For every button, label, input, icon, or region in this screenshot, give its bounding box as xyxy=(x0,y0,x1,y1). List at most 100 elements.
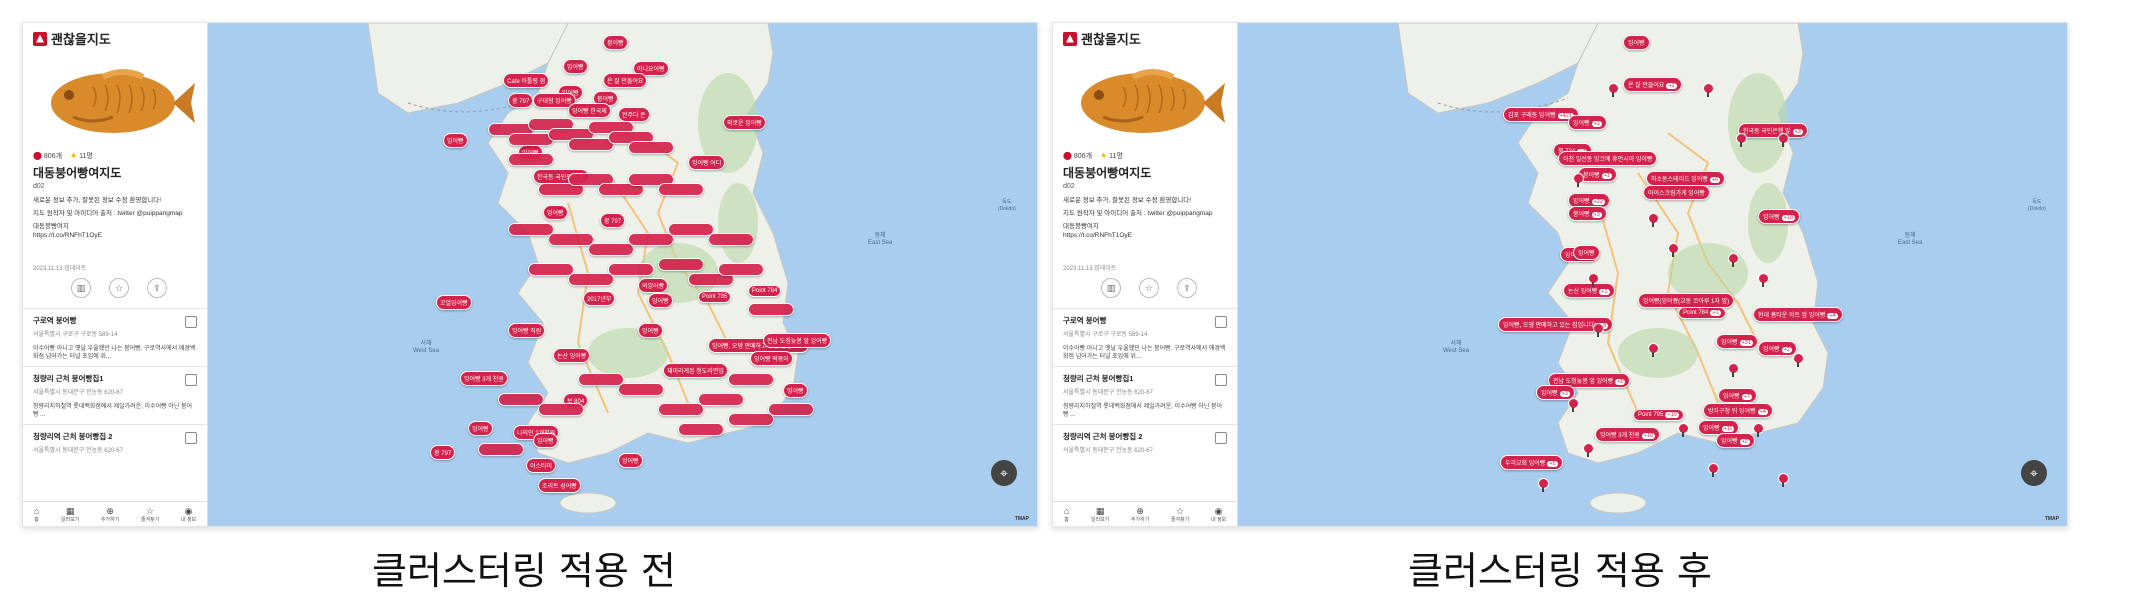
map-marker[interactable]: 재미라게된 청도라면입 xyxy=(663,363,728,378)
map-marker[interactable]: 전남 도청늦봉 앞 잉어빵 xyxy=(763,333,832,348)
map-view-button[interactable]: ▥ xyxy=(1101,278,1121,298)
map-marker[interactable] xyxy=(538,403,584,416)
map-marker[interactable] xyxy=(658,258,704,271)
nav-item-1[interactable]: ▦ 일러보기 xyxy=(61,506,79,523)
cluster-marker[interactable]: 방자구청 뒤 잉어빵 +4 xyxy=(1703,403,1773,418)
map-marker[interactable]: 이스타이 xyxy=(526,458,557,473)
list-item-checkbox[interactable] xyxy=(185,432,197,444)
cluster-marker[interactable]: 잉어빵(잉어빵(교동 코아루 1차 앞) xyxy=(1638,293,1735,308)
list-item[interactable]: 구로역 붕어빵 서울특별시 구로구 구로동 589-14 이수어빵 아니고 옛날… xyxy=(23,308,207,366)
map-marker[interactable] xyxy=(618,383,664,396)
map-marker[interactable]: 조리트 성어빵 xyxy=(538,478,581,493)
cluster-marker[interactable]: 잉어빵 +1 xyxy=(1568,115,1607,130)
cluster-marker[interactable]: 잉어빵 +10 xyxy=(1758,209,1800,224)
map-marker[interactable] xyxy=(628,141,674,154)
map-marker[interactable]: 붕 797 xyxy=(430,445,456,460)
cluster-marker[interactable]: 논산 잉어빵 +1 xyxy=(1563,283,1615,298)
map-pin-icon[interactable] xyxy=(1648,343,1659,357)
cluster-marker[interactable]: 한국동 국민은행 앞 +3 xyxy=(1738,123,1808,138)
map-marker[interactable]: 전주다 돈 xyxy=(618,107,650,122)
list-item[interactable]: 청량리 근처 붕어빵집1 서울특별시 동대문구 전농동 620-67 청량리지하… xyxy=(1053,366,1237,424)
map-view[interactable]: 서해 West Sea 동해 East Sea 독도 (Dokdo) 잉어빵 온 … xyxy=(1238,23,2067,526)
nav-item-1[interactable]: ▦ 일러보기 xyxy=(1091,506,1109,523)
map-pin-icon[interactable] xyxy=(1608,83,1619,97)
nav-item-3[interactable]: ☆ 즐겨찾기 xyxy=(141,506,159,523)
cluster-marker[interactable]: 붕어빵 +3 xyxy=(1568,206,1607,221)
map-pin-icon[interactable] xyxy=(1778,473,1789,487)
share-button[interactable]: ⇪ xyxy=(147,278,167,298)
map-marker[interactable]: 잉어빵 xyxy=(443,133,468,148)
map-marker[interactable]: 잉어빵 3개 천원 xyxy=(460,371,508,386)
current-location-button[interactable]: ⌖ xyxy=(2021,460,2047,486)
map-marker[interactable] xyxy=(478,443,524,456)
map-marker[interactable]: 붕 797 xyxy=(508,93,534,108)
map-marker[interactable] xyxy=(658,403,704,416)
map-marker[interactable] xyxy=(568,273,614,286)
map-view-button[interactable]: ▥ xyxy=(71,278,91,298)
map-marker[interactable]: 잉어빵 직원 xyxy=(508,323,546,338)
map-marker[interactable]: Cafe 아틀링 점 xyxy=(503,73,550,88)
map-marker[interactable]: 잉어빵 xyxy=(563,59,588,74)
map-marker[interactable] xyxy=(608,263,654,276)
map-pin-icon[interactable] xyxy=(1648,213,1659,227)
map-pin-icon[interactable] xyxy=(1728,253,1739,267)
map-pin-icon[interactable] xyxy=(1736,133,1747,147)
description-link[interactable]: https://t.co/RNFhT1OyE xyxy=(1063,231,1231,240)
map-marker[interactable]: 잉어빵 xyxy=(618,453,643,468)
map-marker[interactable]: 의잉어빵 xyxy=(638,278,669,293)
cluster-marker[interactable]: Point 795 +10 xyxy=(1633,409,1684,421)
map-pin-icon[interactable] xyxy=(1758,273,1769,287)
list-item-checkbox[interactable] xyxy=(185,374,197,386)
map-pin-icon[interactable] xyxy=(1728,363,1739,377)
list-item[interactable]: 구로역 붕어빵 서울특별시 구로구 구로동 589-14 이수어빵 아니고 옛날… xyxy=(1053,308,1237,366)
map-marker[interactable] xyxy=(668,223,714,236)
map-marker[interactable]: 잉어빵 xyxy=(638,323,663,338)
cluster-marker[interactable]: 이천 일선동 잉크에 휴먼시아 잉어빵 xyxy=(1558,151,1658,166)
current-location-button[interactable]: ⌖ xyxy=(991,460,1017,486)
app-logo[interactable]: 괜찮을지도 xyxy=(33,29,111,48)
map-marker[interactable] xyxy=(578,373,624,386)
map-marker[interactable]: 잉어빵 xyxy=(543,205,568,220)
cluster-marker[interactable]: 잉어빵 xyxy=(1573,245,1600,260)
cluster-marker[interactable]: Point 784 +1 xyxy=(1678,307,1726,319)
map-marker[interactable]: 붕 797 xyxy=(600,213,626,228)
map-marker[interactable]: 잉어빵 xyxy=(783,383,808,398)
map-marker[interactable] xyxy=(508,223,554,236)
map-pin-icon[interactable] xyxy=(1778,133,1789,147)
cluster-marker[interactable]: 아이스크림가게 잉어빵 xyxy=(1643,185,1710,200)
cluster-marker[interactable]: 잉어빵 3개 천원 +10 xyxy=(1595,427,1661,442)
nav-item-4[interactable]: ◉ 내 정보 xyxy=(1211,506,1226,523)
map-marker[interactable] xyxy=(628,233,674,246)
nav-item-0[interactable]: ⌂ 홈 xyxy=(1064,506,1069,523)
map-view[interactable]: 서해 West Sea 동해 East Sea 독도 (Dokdo) 붕어빵 잉어… xyxy=(208,23,1037,526)
cluster-marker[interactable]: 잉어빵+3 xyxy=(1536,385,1575,400)
map-marker[interactable]: 잉어빵 어디 xyxy=(688,155,726,170)
list-item[interactable]: 청량리역 근처 붕어빵집 2 서울특별시 동대문구 전농동 620-67 xyxy=(1053,424,1237,482)
map-pin-icon[interactable] xyxy=(1753,423,1764,437)
map-pin-icon[interactable] xyxy=(1583,443,1594,457)
map-marker[interactable]: 잉어빵 xyxy=(533,433,558,448)
map-marker[interactable]: 꼬얼잉어빵 xyxy=(436,295,472,310)
map-marker[interactable] xyxy=(768,403,814,416)
nav-item-3[interactable]: ☆ 즐겨찾기 xyxy=(1171,506,1189,523)
map-marker[interactable] xyxy=(718,263,764,276)
nav-item-4[interactable]: ◉ 내 정보 xyxy=(181,506,196,523)
map-marker[interactable] xyxy=(508,153,554,166)
map-pin-icon[interactable] xyxy=(1593,323,1604,337)
map-marker[interactable] xyxy=(528,263,574,276)
map-marker[interactable] xyxy=(568,138,614,151)
nav-item-2[interactable]: ⊕ 추가하기 xyxy=(101,506,119,523)
list-item[interactable]: 청량리역 근처 붕어빵집 2 서울특별시 동대문구 전농동 620-67 xyxy=(23,424,207,482)
map-marker[interactable]: 논산 잉어빵 xyxy=(553,348,591,363)
share-button[interactable]: ⇪ xyxy=(1177,278,1197,298)
map-marker[interactable]: 잉어빵 xyxy=(468,421,493,436)
map-pin-icon[interactable] xyxy=(1668,243,1679,257)
map-pin-icon[interactable] xyxy=(1588,273,1599,287)
map-pin-icon[interactable] xyxy=(1793,353,1804,367)
map-marker[interactable]: Point 785 xyxy=(698,291,732,303)
cluster-marker[interactable]: 하소동스테이드 잉어빵 +6 xyxy=(1646,171,1726,186)
cluster-marker[interactable]: 잉어빵 +2 xyxy=(1758,341,1797,356)
list-item-checkbox[interactable] xyxy=(185,316,197,328)
map-pin-icon[interactable] xyxy=(1568,398,1579,412)
app-logo[interactable]: 괜찮을지도 xyxy=(1063,29,1141,48)
